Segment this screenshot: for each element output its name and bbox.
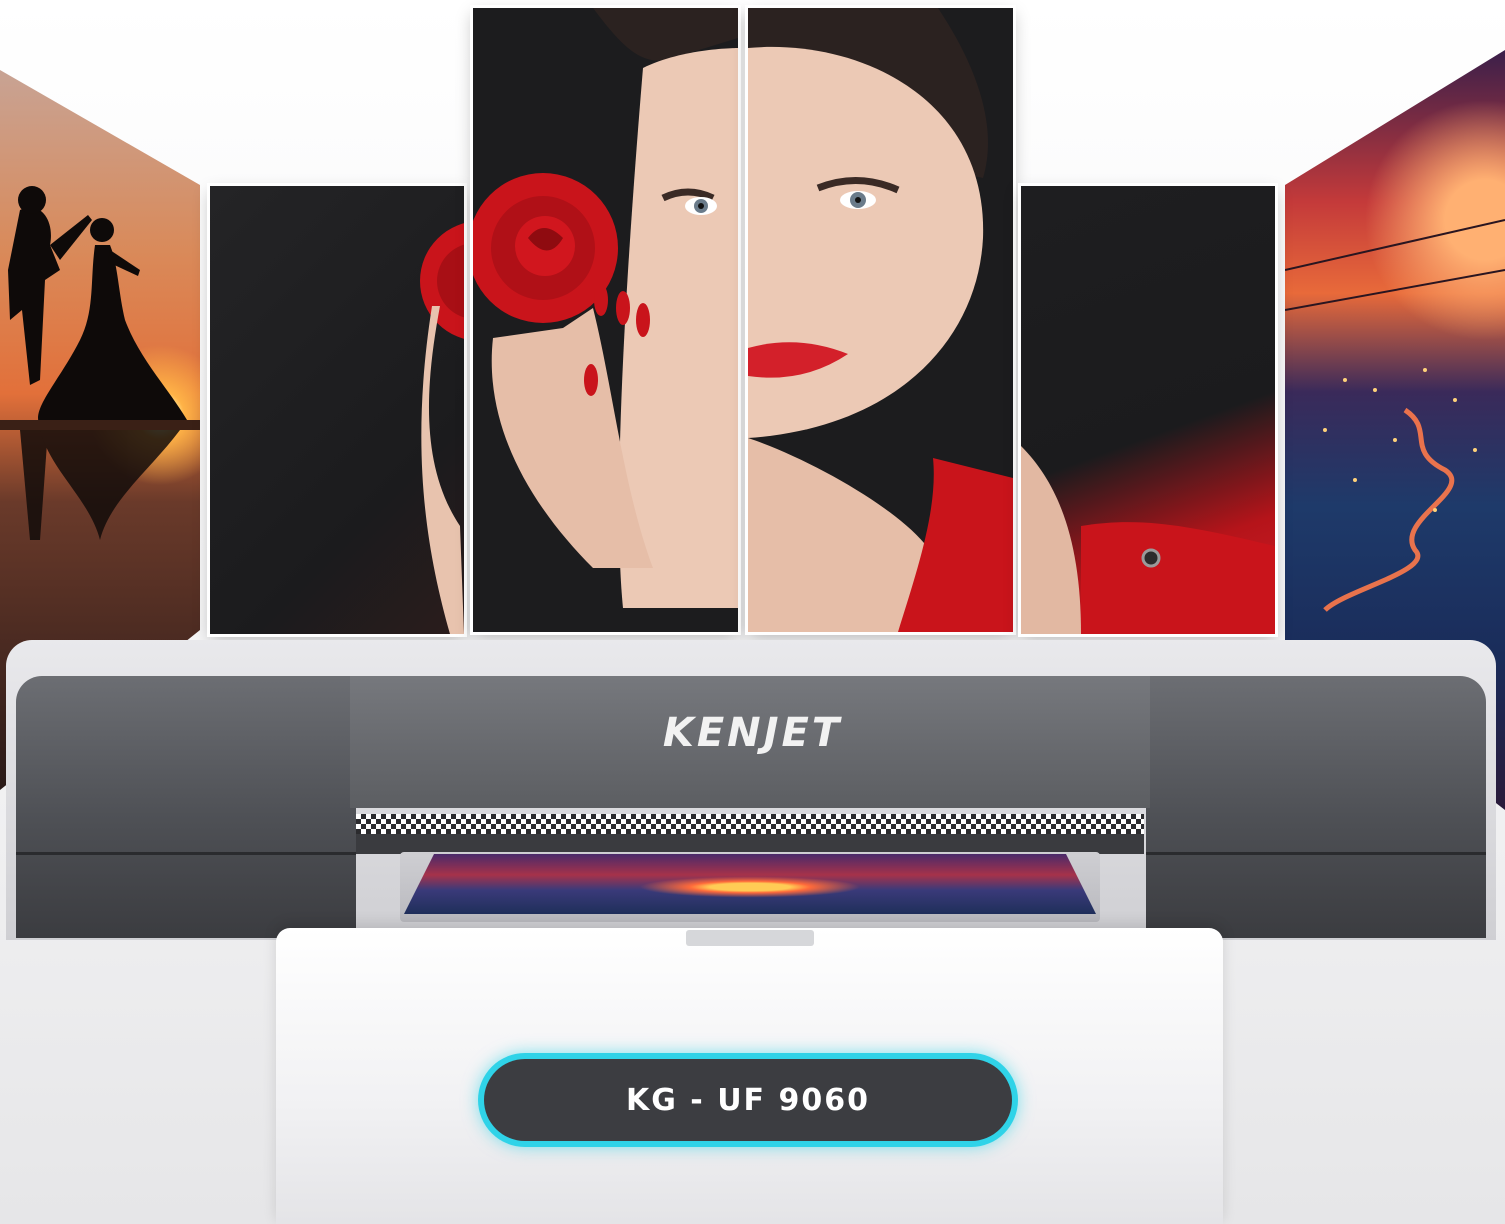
carriage-gap: [356, 834, 1144, 854]
model-label: KG - UF 9060: [625, 1082, 870, 1118]
portrait-left-half: [473, 8, 738, 632]
sunset-sun: [404, 854, 1096, 914]
canvas-panel-4: [1021, 186, 1275, 634]
cover-seam-left: [16, 852, 356, 855]
canvas-panel-1: [210, 186, 464, 634]
model-badge: KG - UF 9060: [484, 1059, 1012, 1141]
canvas-panel-2: [473, 8, 738, 632]
canvas-panel-3: [748, 8, 1013, 632]
control-panel: [686, 930, 814, 946]
cover-seam-right: [1146, 852, 1486, 855]
brand-logo: KENJET: [662, 710, 843, 756]
red-dress-detail: [1021, 446, 1275, 634]
checker-strip: [356, 814, 1144, 834]
portrait-right-half: [748, 8, 1013, 632]
hand-holding-rose: [420, 223, 464, 634]
